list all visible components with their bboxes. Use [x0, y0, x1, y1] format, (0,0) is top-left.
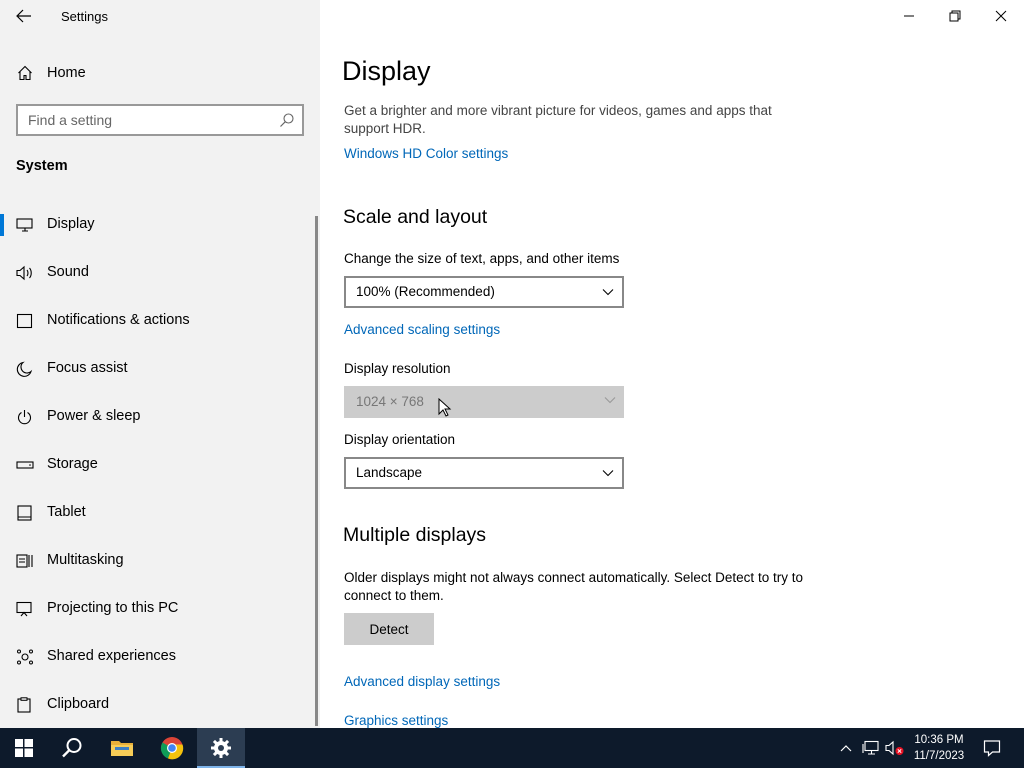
multiple-displays-heading: Multiple displays [343, 524, 487, 546]
gear-icon [211, 738, 231, 758]
sidebar-item-label: Home [47, 65, 86, 81]
tablet-icon [17, 505, 32, 521]
multitasking-icon [16, 554, 33, 568]
sidebar-item-multitasking[interactable]: Multitasking [0, 541, 316, 581]
sidebar-item-display[interactable]: Display [0, 205, 316, 245]
sidebar-item-label: Sound [47, 264, 89, 280]
projector-icon [16, 601, 32, 617]
taskbar: 10:36 PM 11/7/2023 [0, 728, 1024, 768]
advanced-display-link[interactable]: Advanced display settings [344, 674, 500, 689]
minimize-icon [904, 15, 914, 17]
scale-label: Change the size of text, apps, and other… [344, 251, 620, 266]
sidebar-scrollbar[interactable] [315, 216, 318, 726]
chevron-down-icon [604, 397, 616, 404]
home-icon [18, 65, 32, 81]
resolution-label: Display resolution [344, 361, 451, 376]
multiple-displays-description: Older displays might not always connect … [344, 570, 803, 603]
resolution-value: 1024 × 768 [356, 394, 424, 409]
folder-icon [111, 741, 133, 756]
page-title: Display [342, 56, 431, 86]
sidebar-item-label: Clipboard [47, 696, 110, 712]
minimize-button[interactable] [886, 0, 932, 32]
sidebar-item-label: Tablet [47, 504, 86, 520]
close-icon [995, 10, 1007, 22]
monitor-icon [16, 218, 33, 232]
sidebar-item-label: Notifications & actions [47, 312, 190, 328]
scale-dropdown[interactable]: 100% (Recommended) [344, 276, 624, 308]
scale-value: 100% (Recommended) [356, 284, 495, 299]
hd-color-settings-link[interactable]: Windows HD Color settings [344, 146, 508, 161]
sidebar-item-shared-experiences[interactable]: Shared experiences [0, 637, 316, 677]
volume-tray-icon-button[interactable] [884, 728, 906, 768]
file-explorer-button[interactable] [98, 728, 146, 768]
hdr-description: Get a brighter and more vibrant picture … [344, 103, 772, 136]
mouse-cursor-icon [438, 398, 452, 417]
advanced-scaling-link[interactable]: Advanced scaling settings [344, 322, 500, 337]
chevron-down-icon [602, 470, 614, 477]
sidebar-item-projecting[interactable]: Projecting to this PC [0, 589, 316, 629]
search-icon[interactable] [279, 112, 295, 128]
shared-icon [17, 649, 33, 665]
chrome-button[interactable] [148, 728, 196, 768]
restore-button[interactable] [932, 0, 978, 32]
sidebar-item-label: Focus assist [47, 360, 128, 376]
taskbar-search-button[interactable] [48, 728, 96, 768]
orientation-dropdown[interactable]: Landscape [344, 457, 624, 489]
settings-taskbar-button[interactable] [197, 728, 245, 768]
sidebar-item-label: Display [47, 216, 95, 232]
action-center-button[interactable] [978, 728, 1006, 768]
notification-icon [16, 313, 33, 329]
notification-icon [983, 740, 1001, 757]
resolution-dropdown[interactable]: 1024 × 768 [344, 386, 624, 418]
sidebar-item-label: Multitasking [47, 552, 124, 568]
power-icon [17, 410, 32, 425]
clock-time: 10:36 PM [914, 734, 964, 746]
network-icon [862, 740, 879, 755]
chrome-icon [160, 737, 184, 760]
back-arrow-icon [16, 9, 31, 23]
section-label: System [16, 158, 68, 174]
sidebar-item-power-sleep[interactable]: Power & sleep [0, 397, 316, 437]
clipboard-icon [17, 697, 31, 713]
taskbar-clock[interactable]: 10:36 PM 11/7/2023 [905, 732, 973, 764]
start-button[interactable] [0, 728, 48, 768]
main-content: Display Get a brighter and more vibrant … [320, 0, 1024, 728]
sidebar-item-label: Projecting to this PC [47, 600, 179, 616]
back-button[interactable] [14, 6, 34, 26]
sidebar-item-clipboard[interactable]: Clipboard [0, 685, 316, 725]
orientation-value: Landscape [356, 465, 423, 480]
sidebar-item-label: Storage [47, 456, 98, 472]
scale-layout-heading: Scale and layout [343, 206, 488, 228]
sidebar: Settings Home System Display Sound Notif… [0, 0, 320, 728]
sidebar-item-home[interactable]: Home [0, 58, 320, 88]
close-button[interactable] [978, 0, 1024, 32]
network-tray-icon-button[interactable] [860, 728, 882, 768]
sidebar-item-focus-assist[interactable]: Focus assist [0, 349, 316, 389]
restore-icon [949, 10, 961, 22]
detect-button[interactable]: Detect [344, 613, 434, 645]
chevron-up-icon [840, 745, 852, 752]
sidebar-item-label: Shared experiences [47, 648, 176, 664]
active-indicator [0, 214, 4, 236]
sidebar-item-label: Power & sleep [47, 408, 141, 424]
sidebar-item-tablet[interactable]: Tablet [0, 493, 316, 533]
chevron-down-icon [602, 289, 614, 296]
app-title: Settings [61, 9, 108, 24]
graphics-settings-link[interactable]: Graphics settings [344, 713, 448, 728]
search-icon [62, 738, 82, 758]
storage-icon [16, 461, 34, 469]
sidebar-item-storage[interactable]: Storage [0, 445, 316, 485]
clock-date: 11/7/2023 [913, 750, 965, 762]
windows-logo-icon [15, 739, 33, 757]
sidebar-item-notifications[interactable]: Notifications & actions [0, 301, 316, 341]
search-box[interactable] [16, 104, 304, 136]
speaker-icon [16, 265, 32, 281]
search-input[interactable] [28, 110, 268, 130]
orientation-label: Display orientation [344, 432, 456, 447]
sidebar-item-sound[interactable]: Sound [0, 253, 316, 293]
moon-icon [16, 361, 33, 377]
show-hidden-icons-button[interactable] [836, 728, 856, 768]
speaker-muted-icon [885, 740, 904, 756]
